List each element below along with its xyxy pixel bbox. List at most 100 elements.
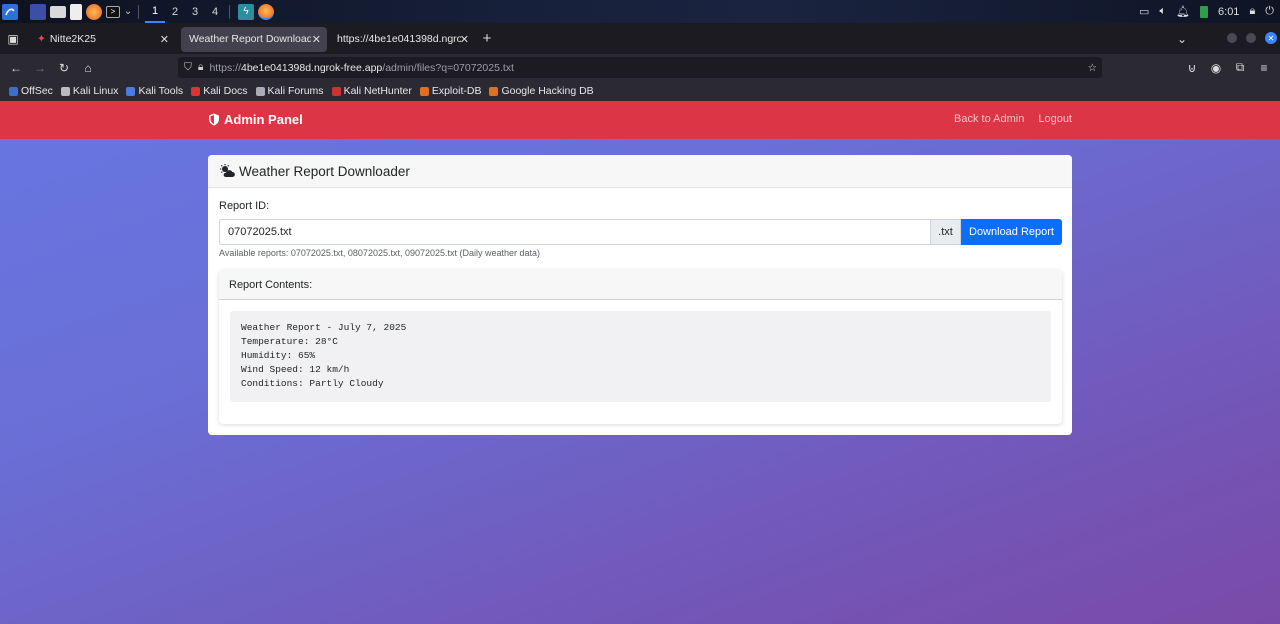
back-to-admin-link[interactable]: Back to Admin <box>954 113 1024 125</box>
system-tray: ▭ 🔈︎ 🔔︎ 6:01 🔒︎ ⏻ <box>1139 0 1274 23</box>
extension-addon: .txt <box>930 219 961 245</box>
divider <box>138 4 139 19</box>
available-reports-help: Available reports: 07072025.txt, 0807202… <box>219 248 541 258</box>
kali-forums-icon <box>255 86 265 96</box>
bookmark-label: Kali Linux <box>72 85 119 97</box>
pocket-icon[interactable]: ⊍ <box>1180 56 1204 80</box>
lock-icon[interactable]: 🔒︎ <box>1249 5 1255 18</box>
kali-icon <box>60 86 70 96</box>
admin-brand[interactable]: Admin Panel <box>208 112 303 127</box>
kali-menu-icon[interactable] <box>2 3 18 20</box>
new-tab-icon[interactable]: + <box>475 27 499 51</box>
close-tab-icon[interactable]: ✕ <box>460 33 469 46</box>
workspace-1[interactable]: 1 <box>145 0 165 23</box>
bookmark-kali-linux[interactable]: Kali Linux <box>60 85 119 97</box>
bookmarks-bar: OffSec Kali Linux Kali Tools Kali Docs K… <box>0 81 1280 101</box>
workspace-2[interactable]: 2 <box>165 0 185 23</box>
page-viewport: Admin Panel Back to Admin Logout Weather… <box>0 101 1280 624</box>
bookmark-kali-forums[interactable]: Kali Forums <box>255 85 324 97</box>
chevron-down-icon[interactable]: ⌄ <box>124 4 132 20</box>
bookmark-label: Kali Forums <box>267 85 324 97</box>
report-line: Humidity: 65% <box>241 350 316 361</box>
clock[interactable]: 6:01 <box>1218 6 1239 18</box>
url-host: 4be1e041398d.ngrok-free.app <box>240 61 383 74</box>
minimize-button[interactable] <box>1227 33 1237 43</box>
bookmark-label: Kali Tools <box>138 85 184 97</box>
tracking-shield-icon[interactable]: ⛉ <box>184 61 192 74</box>
firefox-window-icon[interactable] <box>258 3 274 20</box>
tab-weather-report[interactable]: Weather Report Downloader ✕ <box>181 26 327 52</box>
kali-docs-icon <box>191 86 201 96</box>
ghdb-icon <box>489 86 499 96</box>
report-contents-title: Report Contents: <box>219 270 1062 300</box>
tab-favicon: ✦ <box>37 33 46 45</box>
report-contents-text: Weather Report - July 7, 2025 Temperatur… <box>230 311 1051 402</box>
shield-icon <box>209 113 219 126</box>
window-icon[interactable]: ▭ <box>1139 5 1149 18</box>
file-manager-icon[interactable] <box>50 5 66 18</box>
report-id-input[interactable]: 07072025.txt <box>219 219 930 245</box>
volume-icon[interactable]: 🔈︎ <box>1159 5 1166 18</box>
logout-link[interactable]: Logout <box>1038 113 1072 125</box>
download-report-button[interactable]: Download Report <box>961 219 1062 245</box>
menu-icon[interactable]: ≡ <box>1252 56 1276 80</box>
url-text: https://4be1e041398d.ngrok-free.app/admi… <box>209 62 513 74</box>
report-line: Wind Speed: 12 km/h <box>241 364 350 375</box>
report-input-group: 07072025.txt .txt Download Report <box>219 219 1062 245</box>
admin-nav-links: Back to Admin Logout <box>954 113 1072 125</box>
bookmark-kali-nethunter[interactable]: Kali NetHunter <box>331 85 412 97</box>
os-taskbar: > ⌄ 1 2 3 4 ϟ ▭ 🔈︎ 🔔︎ 6:01 🔒︎ ⏻ <box>0 0 1280 23</box>
address-bar[interactable]: ⛉ 🔒︎ https://4be1e041398d.ngrok-free.app… <box>178 57 1102 78</box>
lock-icon[interactable]: 🔒︎ <box>198 61 204 74</box>
tab-title: Weather Report Downloader <box>189 33 311 45</box>
bookmark-google-hacking-db[interactable]: Google Hacking DB <box>489 85 594 97</box>
bookmark-exploit-db[interactable]: Exploit-DB <box>419 85 482 97</box>
bookmark-label: Kali NetHunter <box>343 85 412 97</box>
text-editor-icon[interactable] <box>70 3 82 20</box>
bookmark-label: Exploit-DB <box>431 85 482 97</box>
power-icon[interactable]: ⏻ <box>1265 5 1274 18</box>
bookmark-label: OffSec <box>21 85 53 97</box>
admin-navbar: Admin Panel Back to Admin Logout <box>0 101 1280 139</box>
close-tab-icon[interactable]: ✕ <box>312 33 321 46</box>
tab-title: https://4be1e041398d.ngrok <box>337 33 461 45</box>
desktop-icon[interactable] <box>30 3 46 20</box>
tab-overview-icon[interactable]: ▣ <box>1 27 25 51</box>
bookmark-kali-tools[interactable]: Kali Tools <box>126 85 183 97</box>
offsec-icon <box>9 86 18 96</box>
card-title: Weather Report Downloader <box>239 163 410 179</box>
close-window-button[interactable]: ✕ <box>1265 32 1277 44</box>
forward-icon[interactable]: → <box>28 56 52 80</box>
brand-label: Admin Panel <box>224 112 303 127</box>
terminal-icon[interactable]: > <box>106 5 120 18</box>
tab-title: Nitte2K25 <box>49 33 96 45</box>
firefox-icon[interactable] <box>86 3 102 20</box>
tab-nitte2k25[interactable]: ✦ Nitte2K25 ✕ <box>29 27 175 52</box>
exploit-db-icon <box>419 86 429 96</box>
bookmark-star-icon[interactable]: ☆ <box>1088 62 1097 74</box>
account-icon[interactable]: ◉ <box>1204 56 1228 80</box>
battery-icon[interactable] <box>1200 5 1209 18</box>
reload-icon[interactable]: ↻ <box>52 56 76 80</box>
workspace-4[interactable]: 4 <box>205 0 225 23</box>
bookmark-kali-docs[interactable]: Kali Docs <box>191 85 248 97</box>
extensions-icon[interactable]: ⧉ <box>1228 56 1252 80</box>
browser-nav-bar: ← → ↻ ⌂ ⛉ 🔒︎ https://4be1e041398d.ngrok-… <box>0 54 1280 81</box>
report-line: Conditions: Partly Cloudy <box>241 378 384 389</box>
back-icon[interactable]: ← <box>4 56 28 80</box>
card-header: Weather Report Downloader <box>208 155 1072 188</box>
list-all-tabs-icon[interactable]: ⌄ <box>1170 27 1194 51</box>
bookmark-label: Kali Docs <box>203 85 248 97</box>
burp-icon[interactable]: ϟ <box>238 3 254 20</box>
tab-ngrok[interactable]: https://4be1e041398d.ngrok ✕ <box>329 27 475 52</box>
workspace-3[interactable]: 3 <box>185 0 205 23</box>
home-icon[interactable]: ⌂ <box>76 56 100 80</box>
url-path: /admin/files?q=07072025.txt <box>382 61 514 74</box>
maximize-button[interactable] <box>1246 33 1256 43</box>
browser-tab-bar: ▣ ✦ Nitte2K25 ✕ Weather Report Downloade… <box>0 23 1280 54</box>
close-tab-icon[interactable]: ✕ <box>160 33 169 46</box>
bell-icon[interactable]: 🔔︎ <box>1176 5 1190 18</box>
bookmark-offsec[interactable]: OffSec <box>9 85 53 97</box>
report-id-label: Report ID: <box>219 200 270 212</box>
url-prefix: https:// <box>209 61 241 74</box>
